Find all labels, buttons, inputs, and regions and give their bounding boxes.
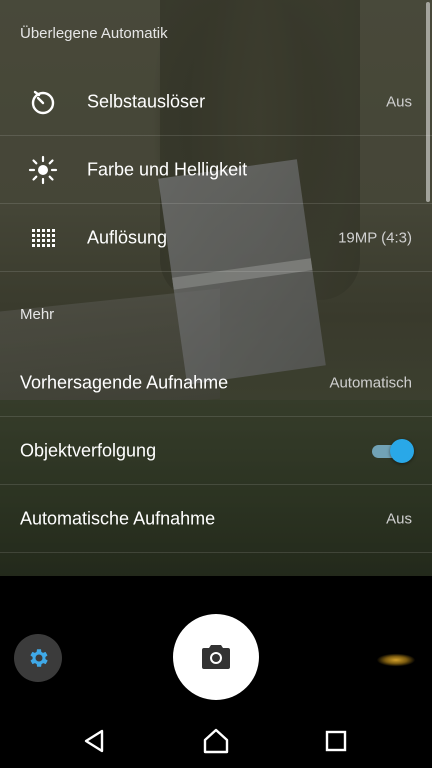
gear-icon	[30, 649, 48, 667]
setting-label: Objektverfolgung	[20, 440, 157, 460]
self-timer-icon	[31, 90, 55, 114]
resolution-grid-icon	[32, 228, 55, 247]
setting-row-color-brightness[interactable]: Farbe und Helligkeit	[0, 136, 432, 204]
setting-label: Farbe und Helligkeit	[87, 159, 248, 179]
setting-row-predictive-capture[interactable]: Vorhersagende Aufnahme Automatisch	[0, 349, 432, 417]
setting-row-auto-capture[interactable]: Automatische Aufnahme Aus	[0, 485, 432, 553]
section-title-more: Mehr	[20, 306, 55, 323]
settings-button[interactable]	[14, 634, 62, 682]
setting-value: Automatisch	[329, 374, 412, 391]
toggle-knob	[390, 438, 414, 463]
setting-label: Selbstauslöser	[87, 91, 206, 111]
setting-row-self-timer[interactable]: Selbstauslöser Aus	[0, 68, 432, 136]
setting-label: Automatische Aufnahme	[20, 508, 216, 528]
setting-label: Auflösung	[87, 227, 168, 247]
setting-value: Aus	[386, 93, 412, 110]
setting-label: Vorhersagende Aufnahme	[20, 372, 229, 392]
shutter-button[interactable]	[173, 614, 259, 700]
section-title-main: Überlegene Automatik	[20, 25, 168, 42]
gallery-thumbnail[interactable]	[368, 638, 418, 682]
home-icon[interactable]	[201, 726, 231, 756]
setting-row-object-tracking[interactable]: Objektverfolgung	[0, 417, 432, 485]
android-nav-bar	[0, 716, 432, 768]
camera-controls-bar	[0, 576, 432, 768]
recents-square-icon[interactable]	[321, 726, 351, 756]
back-triangle-icon[interactable]	[80, 726, 110, 756]
setting-row-resolution[interactable]: Auflösung 19MP (4:3)	[0, 204, 432, 272]
setting-value: Aus	[386, 510, 412, 527]
brightness-icon	[28, 155, 58, 184]
camera-settings-menu: Überlegene Automatik Selbstauslöser Aus …	[0, 0, 432, 576]
object-tracking-toggle[interactable]	[372, 438, 414, 463]
camera-icon	[202, 645, 230, 669]
setting-value: 19MP (4:3)	[338, 229, 412, 246]
